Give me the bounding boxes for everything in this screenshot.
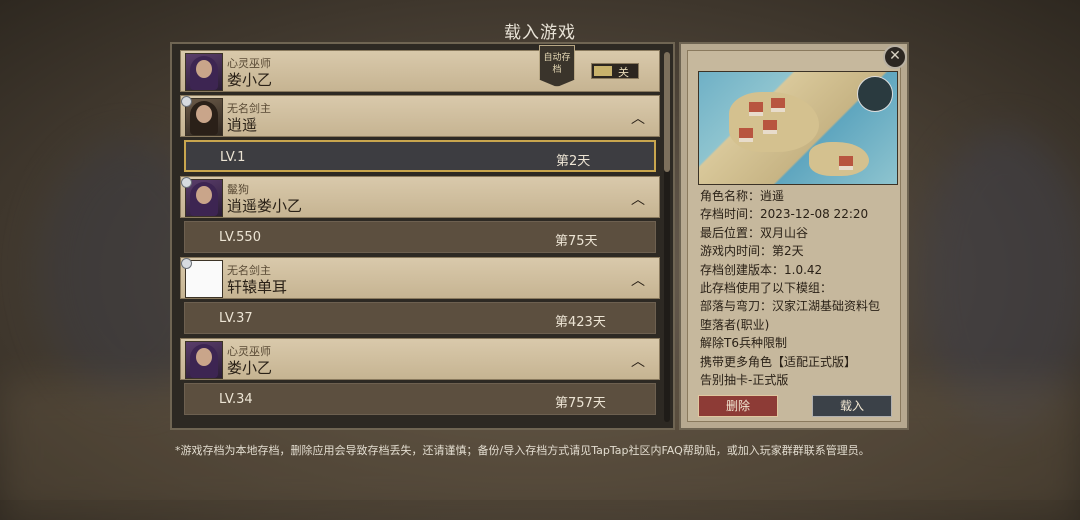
- save-entry[interactable]: LV.37 第423天: [184, 302, 656, 334]
- map-thumbnail: [698, 71, 898, 185]
- character-name: 娄小乙: [227, 71, 273, 89]
- close-icon[interactable]: ✕: [883, 45, 907, 69]
- info-line: 部落与弯刀：汉家江湖基础资料包: [700, 299, 881, 314]
- character-header[interactable]: 鬣狗 逍遥娄小乙 ︿: [180, 176, 660, 218]
- save-entry[interactable]: LV.550 第75天: [184, 221, 656, 253]
- mage-portrait: [185, 341, 223, 379]
- save-days: 第757天: [555, 396, 606, 411]
- list-scrollbar[interactable]: [664, 52, 670, 422]
- save-level: LV.37: [219, 311, 253, 326]
- info-line: 此存档使用了以下模组：: [700, 281, 833, 296]
- save-level: LV.34: [219, 392, 253, 407]
- mage-portrait: [185, 53, 223, 91]
- delete-button[interactable]: 删除: [698, 395, 778, 417]
- chevron-up-icon[interactable]: ︿: [631, 270, 645, 290]
- scroll-thumb[interactable]: [664, 52, 670, 172]
- toggle-label: 关: [618, 66, 629, 79]
- character-header[interactable]: 心灵巫师 娄小乙 自动存档 关: [180, 45, 660, 92]
- save-entry[interactable]: LV.34 第757天: [184, 383, 656, 415]
- character-header[interactable]: 无名剑主 轩辕单耳 ︿: [180, 257, 660, 299]
- character-name: 逍遥: [227, 116, 258, 134]
- load-button[interactable]: 载入: [812, 395, 892, 417]
- save-days: 第75天: [555, 234, 598, 249]
- pin-icon: [181, 177, 192, 188]
- character-header[interactable]: 无名剑主 逍遥 ︿: [180, 95, 660, 137]
- save-info: 角色名称：逍遥 存档时间：2023-12-08 22:20 最后位置：双月山谷 …: [700, 187, 900, 389]
- save-list: 心灵巫师 娄小乙 自动存档 关 无名剑主 逍遥 ︿ LV.1 第2天 鬣狗 逍遥…: [180, 45, 660, 419]
- save-list-panel[interactable]: 心灵巫师 娄小乙 自动存档 关 无名剑主 逍遥 ︿ LV.1 第2天 鬣狗 逍遥…: [170, 42, 675, 430]
- character-header[interactable]: 心灵巫师 娄小乙 ︿: [180, 338, 660, 380]
- info-line: 堕落者(职业): [700, 317, 770, 332]
- info-line: 游戏内时间：第2天: [700, 244, 804, 259]
- chevron-up-icon[interactable]: ︿: [631, 189, 645, 209]
- info-line: 最后位置：双月山谷: [700, 225, 809, 240]
- save-detail-panel: 角色名称：逍遥 存档时间：2023-12-08 22:20 最后位置：双月山谷 …: [679, 42, 909, 430]
- chevron-up-icon[interactable]: ︿: [631, 108, 645, 128]
- character-name: 轩辕单耳: [227, 278, 288, 296]
- save-days: 第2天: [556, 154, 591, 169]
- save-entry[interactable]: LV.1 第2天: [184, 140, 656, 172]
- page-title: 载入游戏: [504, 23, 576, 43]
- chevron-up-icon[interactable]: ︿: [631, 351, 645, 371]
- character-name: 娄小乙: [227, 359, 273, 377]
- save-days: 第423天: [555, 315, 606, 330]
- info-line: 存档时间：2023-12-08 22:20: [700, 207, 869, 222]
- info-line: 告别抽卡-正式版: [700, 373, 789, 388]
- info-line: 携带更多角色【适配正式版】: [700, 354, 857, 369]
- info-line: 角色名称：逍遥: [700, 189, 785, 203]
- autosave-toggle[interactable]: 关: [591, 63, 639, 79]
- toggle-knob: [594, 66, 612, 76]
- pin-icon: [181, 96, 192, 107]
- info-line: 存档创建版本：1.0.42: [700, 262, 823, 277]
- pin-icon: [181, 258, 192, 269]
- minimap-icon: [857, 76, 893, 112]
- info-line: 解除T6兵种限制: [700, 336, 787, 351]
- save-level: LV.550: [219, 230, 261, 245]
- footnote: *游戏存档为本地存档，删除应用会导致存档丢失，还请谨慎；备份/导入存档方式请见T…: [175, 444, 870, 457]
- detail-frame: 角色名称：逍遥 存档时间：2023-12-08 22:20 最后位置：双月山谷 …: [687, 50, 901, 422]
- save-level: LV.1: [220, 150, 246, 165]
- autosave-badge: 自动存档: [539, 45, 575, 87]
- character-name: 逍遥娄小乙: [227, 197, 303, 215]
